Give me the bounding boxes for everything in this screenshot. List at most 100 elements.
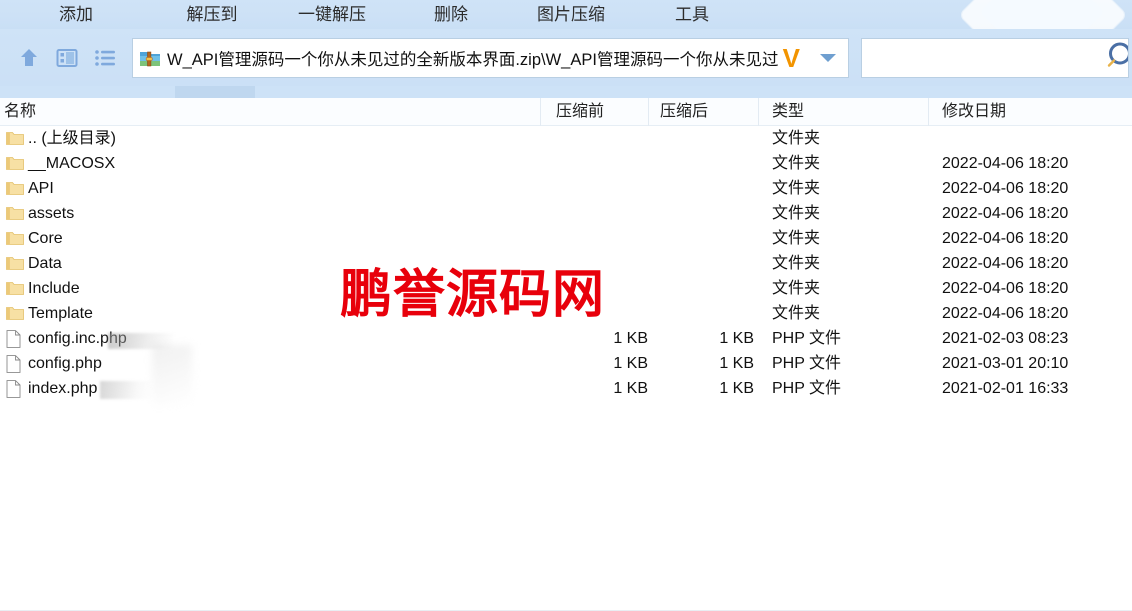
folder-icon — [6, 151, 24, 176]
folder-icon — [6, 301, 24, 326]
search-icon[interactable] — [1105, 39, 1128, 77]
file-type-cell: 文件夹 — [772, 280, 821, 297]
modified-date-cell: 2022-04-06 18:20 — [942, 255, 1069, 272]
table-row[interactable]: Core 文件夹 2022-04-06 18:20 — [0, 226, 1132, 251]
file-name-cell: Template — [28, 305, 93, 322]
folder-icon — [6, 176, 24, 201]
file-type-cell: 文件夹 — [772, 130, 821, 147]
zip-archive-icon — [139, 47, 161, 69]
chevron-down-icon[interactable] — [820, 53, 836, 62]
column-header-type[interactable]: 类型 — [772, 98, 804, 126]
panel-view-icon[interactable] — [54, 45, 80, 71]
table-row[interactable]: config.php 1 KB 1 KB PHP 文件 2021-03-01 20:10 — [0, 351, 1132, 376]
column-divider[interactable] — [758, 98, 759, 126]
file-icon — [6, 351, 24, 376]
size-before-cell — [530, 276, 648, 301]
file-name-cell: config.php — [28, 355, 102, 372]
size-after-cell: 1 KB — [719, 355, 754, 372]
file-list[interactable]: .. (上级目录) 文件夹 __MACOSX 文件夹 2022-04-06 18:20 A… — [0, 126, 1132, 610]
size-after-cell — [636, 176, 754, 201]
size-before-cell — [530, 126, 648, 151]
size-after-cell — [636, 251, 754, 276]
search-input[interactable] — [861, 37, 1129, 78]
table-row[interactable]: index.php 1 KB 1 KB PHP 文件 2021-02-01 16:33 — [0, 376, 1132, 401]
toolbar-sub-strip — [0, 86, 1132, 98]
size-after-cell — [636, 126, 754, 151]
size-after-cell: 1 KB — [719, 330, 754, 347]
file-type-cell: 文件夹 — [772, 155, 821, 172]
file-type-cell: 文件夹 — [772, 255, 821, 272]
column-divider[interactable] — [648, 98, 649, 126]
address-bar: W_API管理源码一个你从未见过的全新版本界面.zip\W_API管理源码一个你… — [0, 29, 1132, 86]
main-toolbar: 添加 解压到 一键解压 删除 图片压缩 工具 — [0, 0, 1132, 29]
toolbar-button-tools[interactable]: 工具 — [632, 0, 752, 29]
address-path-text: W_API管理源码一个你从未见过的全新版本界面.zip\W_API管理源码一个你… — [167, 50, 779, 69]
column-header-size-before[interactable]: 压缩前 — [556, 98, 604, 126]
file-name-cell: API — [28, 180, 54, 197]
sub-strip-segment-active — [175, 86, 255, 98]
modified-date-cell: 2022-04-06 18:20 — [942, 230, 1069, 247]
modified-date-cell: 2022-04-06 18:20 — [942, 155, 1069, 172]
size-after-cell — [636, 276, 754, 301]
table-row[interactable]: config.inc.php 1 KB 1 KB PHP 文件 2021-02-03 0… — [0, 326, 1132, 351]
folder-icon — [6, 276, 24, 301]
table-row[interactable]: assets 文件夹 2022-04-06 18:20 — [0, 201, 1132, 226]
folder-icon — [6, 226, 24, 251]
file-name-cell: .. (上级目录) — [28, 130, 116, 147]
size-before-cell: 1 KB — [613, 380, 648, 397]
modified-date-cell: 2022-04-06 18:20 — [942, 280, 1069, 297]
toolbar-button-add[interactable]: 添加 — [0, 0, 152, 29]
column-divider[interactable] — [540, 98, 541, 126]
file-name-cell: Core — [28, 230, 63, 247]
modified-date-cell: 2021-03-01 20:10 — [942, 355, 1069, 372]
toolbar-button-image-compress[interactable]: 图片压缩 — [510, 0, 632, 29]
modified-date-cell: 2021-02-01 16:33 — [942, 380, 1069, 397]
table-row[interactable]: Include 文件夹 2022-04-06 18:20 — [0, 276, 1132, 301]
sub-strip-segment-left — [0, 86, 175, 98]
address-path-field[interactable]: W_API管理源码一个你从未见过的全新版本界面.zip\W_API管理源码一个你… — [132, 37, 849, 78]
size-after-cell: 1 KB — [719, 380, 754, 397]
column-header-modified[interactable]: 修改日期 — [942, 98, 1006, 126]
size-after-cell — [636, 301, 754, 326]
file-type-cell: 文件夹 — [772, 180, 821, 197]
size-before-cell — [530, 176, 648, 201]
up-arrow-icon[interactable] — [16, 45, 42, 71]
table-row[interactable]: Data 文件夹 2022-04-06 18:20 — [0, 251, 1132, 276]
file-type-cell: PHP 文件 — [772, 380, 842, 397]
file-name-cell: Include — [28, 280, 80, 297]
column-divider[interactable] — [928, 98, 929, 126]
size-before-cell — [530, 301, 648, 326]
size-before-cell — [530, 151, 648, 176]
file-type-cell: PHP 文件 — [772, 330, 842, 347]
folder-icon — [6, 201, 24, 226]
list-view-icon[interactable] — [92, 45, 118, 71]
toolbar-button-one-click-extract[interactable]: 一键解压 — [272, 0, 392, 29]
toolbar-button-delete[interactable]: 删除 — [392, 0, 510, 29]
size-after-cell — [636, 151, 754, 176]
file-icon — [6, 376, 24, 401]
size-before-cell: 1 KB — [613, 330, 648, 347]
size-before-cell — [530, 201, 648, 226]
toolbar-button-extract-to[interactable]: 解压到 — [152, 0, 272, 29]
modified-date-cell: 2022-04-06 18:20 — [942, 205, 1069, 222]
size-after-cell — [636, 201, 754, 226]
file-name-cell: config.inc.php — [28, 330, 127, 347]
table-row[interactable]: __MACOSX 文件夹 2022-04-06 18:20 — [0, 151, 1132, 176]
folder-icon — [6, 126, 24, 151]
table-row[interactable]: .. (上级目录) 文件夹 — [0, 126, 1132, 151]
file-type-cell: PHP 文件 — [772, 355, 842, 372]
column-header-size-after[interactable]: 压缩后 — [660, 98, 708, 126]
navigation-icon-group — [0, 45, 118, 71]
file-type-cell: 文件夹 — [772, 230, 821, 247]
size-after-cell — [636, 226, 754, 251]
folder-icon — [6, 251, 24, 276]
table-row[interactable]: API 文件夹 2022-04-06 18:20 — [0, 176, 1132, 201]
modified-date-cell: 2022-04-06 18:20 — [942, 305, 1069, 322]
table-row[interactable]: Template 文件夹 2022-04-06 18:20 — [0, 301, 1132, 326]
file-name-cell: assets — [28, 205, 75, 222]
column-header-row: 名称 压缩前 压缩后 类型 修改日期 — [0, 98, 1132, 126]
file-type-cell: 文件夹 — [772, 205, 821, 222]
file-name-cell: index.php — [28, 380, 98, 397]
size-before-cell — [530, 226, 648, 251]
column-header-name[interactable]: 名称 — [4, 98, 36, 126]
